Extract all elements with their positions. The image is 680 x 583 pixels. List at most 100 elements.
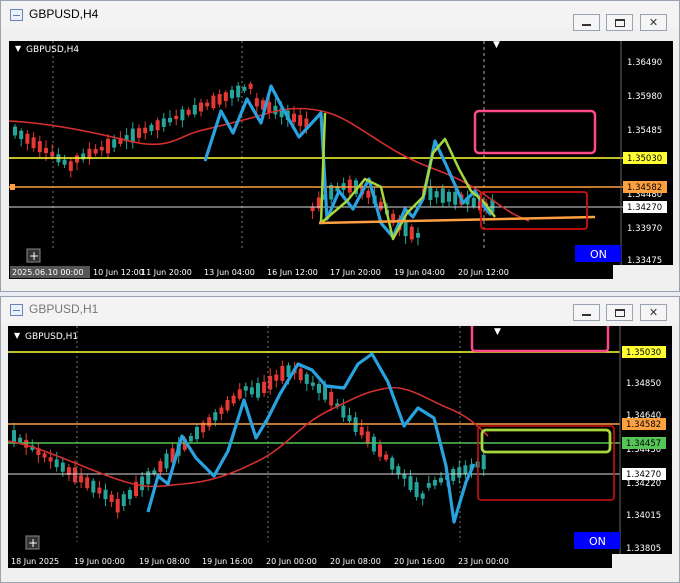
h1-time-label: 23 Jun 00:00 (458, 557, 509, 566)
gbpusd-h4-window[interactable]: GBPUSD,H4 ✕ ▼ GBPUSD,H4 ▼ 1.36490 1.3598… (0, 0, 680, 292)
candle-body (298, 368, 303, 381)
candle-body (378, 444, 382, 457)
candle-body (237, 389, 242, 399)
h4-time-label: 19 Jun 04:00 (394, 268, 445, 277)
candle-body (31, 137, 36, 149)
candle-body (217, 94, 222, 105)
h1-titlebar[interactable]: GBPUSD,H1 ✕ (1, 297, 679, 323)
h1-window-title: GBPUSD,H1 (29, 302, 99, 316)
close-button[interactable]: ✕ (640, 304, 667, 321)
h4-trend-line[interactable] (318, 215, 596, 225)
minimize-button[interactable] (573, 304, 600, 321)
candle-body (97, 487, 102, 494)
h1-on-badge-label: ON (589, 535, 606, 548)
h4-target-zone-box[interactable] (480, 191, 588, 230)
candle-body (434, 191, 439, 198)
candle-body (75, 155, 79, 163)
candle-body (317, 383, 321, 393)
candle-body (158, 461, 163, 473)
candle-body (254, 98, 259, 107)
plus-icon: + (29, 249, 39, 263)
h4-shift-marker-icon[interactable]: ▼ (493, 41, 500, 50)
h1-price-chart[interactable]: ▼ GBPUSD,H1 ▼ 1.35030 1.34850 1.34640 1.… (8, 326, 672, 554)
candle-body (298, 115, 303, 126)
h4-price-tick: 1.35485 (627, 126, 662, 136)
close-button[interactable]: ✕ (640, 14, 667, 31)
h4-titlebar[interactable]: GBPUSD,H4 ✕ (1, 1, 679, 31)
maximize-button[interactable] (606, 304, 633, 321)
h1-shift-marker-icon[interactable]: ▼ (494, 327, 501, 337)
candle-body (426, 483, 431, 488)
candle-body (378, 201, 383, 210)
h1-dropdown-arrow-icon[interactable]: ▼ (14, 331, 21, 340)
candle-body (112, 139, 117, 148)
candle-body (243, 386, 248, 391)
candle-body (19, 130, 24, 140)
candle-body (152, 470, 157, 474)
h4-time-label: 17 Jun 20:00 (330, 268, 381, 277)
h4-dropdown-arrow-icon[interactable]: ▼ (15, 44, 22, 53)
h1-price-tick: 1.34850 (626, 379, 661, 389)
candle-body (366, 190, 371, 198)
h4-resistance-zone-box[interactable] (473, 109, 597, 155)
candle-body (155, 120, 160, 131)
h4-price-axis: 1.36490 1.35980 1.35485 1.34480 1.33970 … (620, 41, 667, 265)
maximize-icon (614, 308, 625, 317)
candle-body (73, 467, 77, 483)
candle-body (146, 471, 151, 485)
plus-icon: + (28, 536, 38, 550)
h4-price-tick: 1.36490 (627, 58, 662, 68)
candle-body (347, 415, 352, 422)
candle-body (230, 89, 234, 99)
candle-body (396, 466, 401, 475)
candle-body (292, 113, 296, 123)
candle-body (408, 476, 413, 490)
candle-body (329, 391, 334, 406)
maximize-button[interactable] (606, 14, 633, 31)
candle-body (451, 469, 456, 481)
candle-body (463, 465, 468, 475)
h1-price-tick: 1.34220 (626, 479, 661, 489)
candle-body (236, 85, 241, 98)
candle-body (432, 479, 437, 486)
candle-body (268, 375, 273, 390)
candle-body (50, 152, 55, 157)
candle-body (256, 383, 260, 398)
candle-body (249, 387, 254, 395)
candle-body (371, 436, 376, 452)
h4-yellow-price-label: 1.35030 (627, 154, 662, 164)
candle-body (188, 436, 193, 442)
candle-body (13, 126, 17, 136)
h1-price-tick: 1.33805 (626, 544, 661, 554)
candle-body (457, 467, 462, 478)
h4-price-chart[interactable]: ▼ GBPUSD,H4 ▼ 1.36490 1.35980 1.35485 1.… (9, 41, 673, 265)
candle-body (231, 395, 236, 404)
h4-price-tick: 1.35980 (627, 92, 662, 102)
h4-zigzag-line (203, 84, 493, 239)
h4-orange-level-handle[interactable] (10, 184, 15, 190)
h1-orange-price-label: 1.34582 (626, 420, 661, 430)
chart-window-icon (10, 304, 23, 316)
candle-body (195, 426, 199, 440)
candle-body (106, 138, 110, 154)
candle-body (384, 454, 389, 460)
h4-price-tick: 1.33970 (627, 224, 662, 234)
candle-body (85, 477, 90, 489)
h4-price-tick: 1.33475 (627, 256, 662, 265)
h4-time-label: 16 Jun 12:00 (267, 268, 318, 277)
candle-body (439, 477, 443, 483)
candle-body (219, 407, 224, 414)
candle-body (390, 457, 395, 470)
candle-body (310, 207, 315, 212)
candle-body (161, 118, 166, 127)
candle-body (359, 426, 364, 436)
candle-body (341, 405, 346, 418)
minimize-button[interactable] (573, 14, 600, 31)
candle-body (409, 226, 414, 240)
h4-time-axis: 2025.06.10 00:00 10 Jun 12:00 11 Jun 20:… (9, 265, 613, 279)
h1-time-label: 20 Jun 16:00 (394, 557, 445, 566)
candle-body (365, 431, 370, 444)
candle-body (262, 381, 267, 393)
candle-body (186, 109, 191, 115)
h4-time-label: 11 Jun 20:00 (141, 268, 192, 277)
